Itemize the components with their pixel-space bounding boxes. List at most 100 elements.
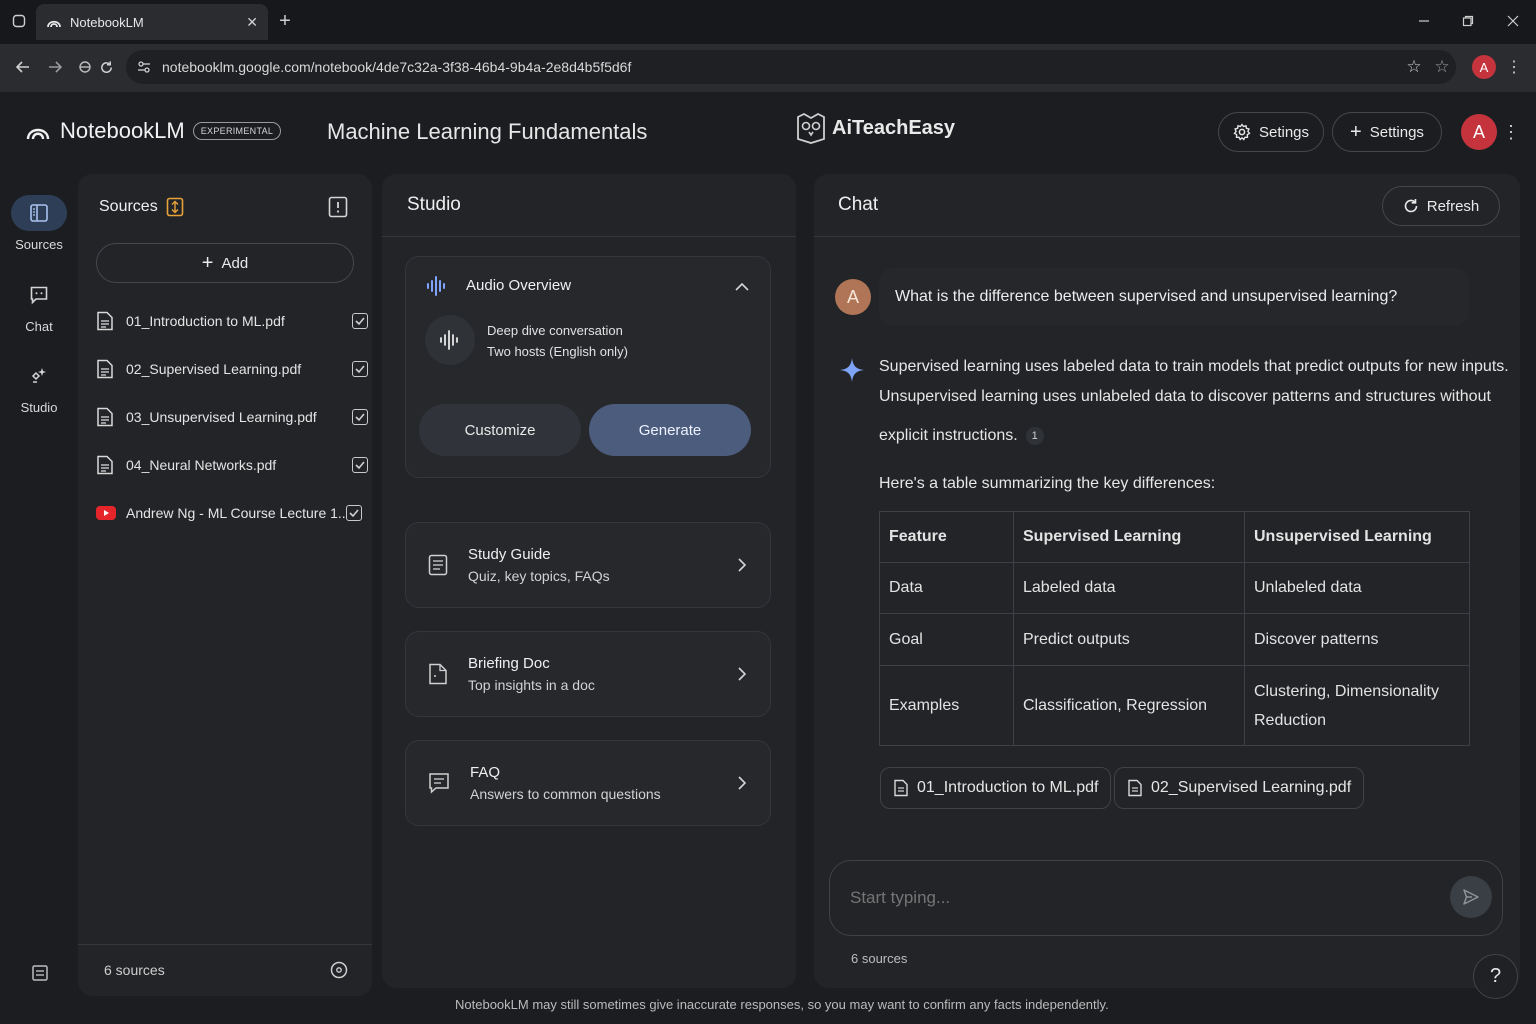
study-guide-subtitle: Quiz, key topics, FAQs [468,568,610,584]
sources-count: 6 sources [104,962,165,978]
source-chip-label: 02_Supervised Learning.pdf [1151,779,1352,796]
rail-chat[interactable]: Chat [8,277,70,334]
more-menu-icon[interactable]: ⋮ [1502,122,1520,142]
bookmark-star-icon[interactable]: ☆ [1404,57,1424,77]
briefing-doc-icon [428,663,448,685]
source-name: 04_Neural Networks.pdf [126,457,277,473]
refresh-icon [1403,198,1419,214]
chat-sources-count: 6 sources [851,951,908,966]
table-header-cell: Unsupervised Learning [1244,511,1470,563]
notebook-title[interactable]: Machine Learning Fundamentals [327,119,647,145]
add-source-button[interactable]: + Add [96,243,354,283]
youtube-icon [96,506,116,520]
table-cell: Goal [879,613,1014,666]
rail-studio[interactable]: Studio [8,358,70,415]
audio-waveform-icon [426,276,448,296]
address-bar[interactable]: notebooklm.google.com/notebook/4de7c32a-… [126,50,1456,84]
source-name: 01_Introduction to ML.pdf [126,313,285,329]
settings-button-2[interactable]: + Settings [1332,112,1442,152]
table-row: Data Labeled data Unlabeled data [879,562,1470,614]
favorites-star-icon[interactable]: ☆ [1432,57,1452,77]
close-window-icon[interactable] [1503,10,1523,32]
send-button[interactable] [1450,876,1492,918]
answer-line-1: Supervised learning uses labeled data to… [879,358,1509,375]
rail-sources[interactable]: Sources [8,195,70,252]
sources-sort-icon[interactable] [166,197,184,217]
refresh-button[interactable]: Refresh [1382,186,1500,226]
studio-sparkle-icon [11,358,67,394]
source-item[interactable]: 01_Introduction to ML.pdf [96,306,368,336]
help-button[interactable]: ? [1473,954,1518,999]
source-chip[interactable]: 01_Introduction to ML.pdf [880,767,1112,809]
study-guide-title: Study Guide [468,546,551,563]
user-question: What is the difference between supervise… [895,288,1398,305]
source-checkbox[interactable] [352,313,368,329]
audio-overview-title: Audio Overview [466,277,572,294]
faq-title: FAQ [470,764,501,781]
study-guide-card[interactable]: Study Guide Quiz, key topics, FAQs [405,522,771,608]
experimental-badge: EXPERIMENTAL [192,122,282,140]
source-chip[interactable]: 02_Supervised Learning.pdf [1114,767,1365,809]
user-avatar[interactable]: A [1461,114,1497,150]
source-item[interactable]: Andrew Ng - ML Course Lecture 1... [96,498,362,528]
rail-chat-label: Chat [25,319,53,334]
source-item[interactable]: 02_Supervised Learning.pdf [96,354,368,384]
sources-title: Sources [99,198,158,215]
table-intro: Here's a table summarizing the key diffe… [879,475,1216,492]
tab-group-icon[interactable] [76,56,94,78]
browser-menu-icon[interactable]: ⋮ [1506,57,1522,77]
settings-button-1[interactable]: Setings [1218,112,1324,152]
tab-search-icon[interactable] [10,12,28,30]
brand-logo: AiTeachEasy [794,111,955,145]
rail-sources-label: Sources [15,237,63,252]
sources-settings-icon[interactable] [330,961,348,979]
browser-profile-avatar[interactable]: A [1472,55,1496,79]
restore-icon[interactable] [1458,10,1478,32]
audio-play-icon[interactable] [425,315,475,365]
citation-badge[interactable]: 1 [1025,427,1044,445]
generate-button[interactable]: Generate [589,404,751,456]
browser-tab[interactable]: NotebookLM ✕ [36,4,268,40]
source-name: Andrew Ng - ML Course Lecture 1... [126,505,346,521]
source-item[interactable]: 04_Neural Networks.pdf [96,450,368,480]
sources-info-icon[interactable] [328,196,348,218]
briefing-doc-card[interactable]: Briefing Doc Top insights in a doc [405,631,771,717]
customize-button[interactable]: Customize [419,404,581,456]
table-cell: Predict outputs [1013,613,1245,666]
app-logo[interactable]: NotebookLM EXPERIMENTAL [26,118,282,144]
chat-input[interactable] [850,882,1440,914]
close-tab-icon[interactable]: ✕ [246,14,258,31]
send-arrow-icon [1462,888,1480,906]
source-item[interactable]: 03_Unsupervised Learning.pdf [96,402,368,432]
reload-icon[interactable] [96,56,116,78]
table-cell: Examples [879,665,1014,746]
table-cell: Unlabeled data [1244,562,1470,614]
chevron-up-icon[interactable] [733,278,751,296]
sources-panel [78,174,372,996]
chat-bubble-icon [11,277,67,313]
back-arrow-icon[interactable] [12,56,34,78]
collapse-panel-icon[interactable] [30,963,50,983]
forward-arrow-icon[interactable] [44,56,66,78]
faq-card[interactable]: FAQ Answers to common questions [405,740,771,826]
disclaimer-text: NotebookLM may still sometimes give inac… [455,997,1109,1012]
faq-icon [428,772,450,794]
table-header-cell: Feature [879,511,1014,563]
owl-logo-icon [794,111,828,145]
site-info-icon[interactable] [136,58,152,76]
source-chip-label: 01_Introduction to ML.pdf [917,779,1099,796]
table-row: Examples Classification, Regression Clus… [879,665,1470,746]
new-tab-icon[interactable]: + [274,10,296,32]
source-checkbox[interactable] [352,457,368,473]
answer-line-3: explicit instructions. 1 [879,427,1044,445]
chevron-right-icon [736,556,748,574]
source-checkbox[interactable] [352,361,368,377]
study-guide-icon [428,554,448,576]
notebooklm-logo-icon [26,120,50,142]
source-checkbox[interactable] [352,409,368,425]
chevron-right-icon [736,665,748,683]
add-source-label: Add [221,254,249,272]
tab-title: NotebookLM [70,14,144,30]
source-checkbox[interactable] [346,505,362,521]
minimize-icon[interactable] [1414,10,1434,32]
